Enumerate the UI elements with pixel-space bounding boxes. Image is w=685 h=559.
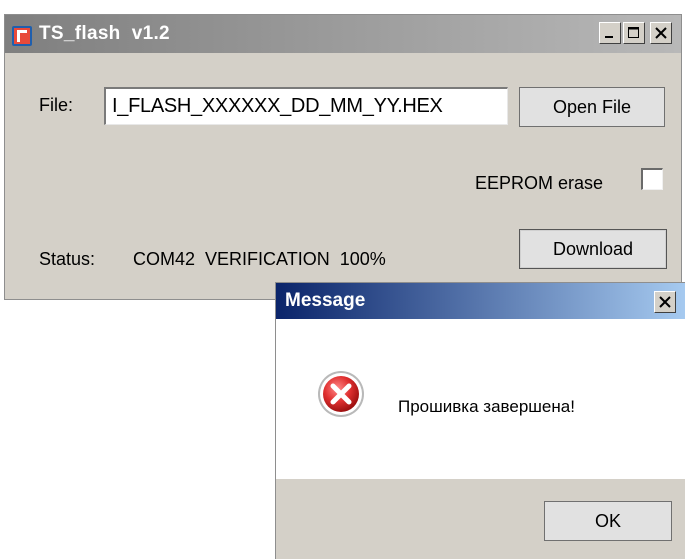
minimize-icon [605, 36, 613, 38]
maximize-button[interactable] [623, 22, 645, 44]
error-icon [318, 371, 364, 417]
dialog-title: Message [285, 290, 366, 311]
open-file-button[interactable]: Open File [519, 87, 665, 127]
eeprom-erase-checkbox[interactable] [641, 168, 663, 190]
status-label: Status: [39, 249, 96, 269]
ok-button[interactable]: OK [544, 501, 672, 541]
main-window: TS_flash v1.2 File: Open File EEPROM era… [4, 14, 682, 300]
window-title: TS_flash v1.2 [39, 23, 170, 44]
message-dialog: Message Прошивка завершена! OK [275, 282, 685, 559]
close-icon [655, 27, 667, 39]
dialog-titlebar[interactable]: Message [276, 283, 685, 319]
download-button[interactable]: Download [519, 229, 667, 269]
main-titlebar[interactable]: TS_flash v1.2 [5, 15, 681, 53]
close-icon [659, 296, 671, 308]
eeprom-erase-label: EEPROM erase [475, 173, 604, 193]
maximize-icon [628, 27, 639, 38]
dialog-body: Прошивка завершена! [276, 319, 685, 479]
file-label: File: [39, 95, 74, 115]
dialog-message: Прошивка завершена! [398, 397, 575, 416]
minimize-button[interactable] [599, 22, 621, 44]
dialog-close-button[interactable] [654, 291, 676, 313]
close-button[interactable] [650, 22, 672, 44]
file-path-input[interactable] [104, 87, 508, 125]
app-icon [12, 26, 32, 46]
status-value: COM42 VERIFICATION 100% [133, 249, 386, 269]
